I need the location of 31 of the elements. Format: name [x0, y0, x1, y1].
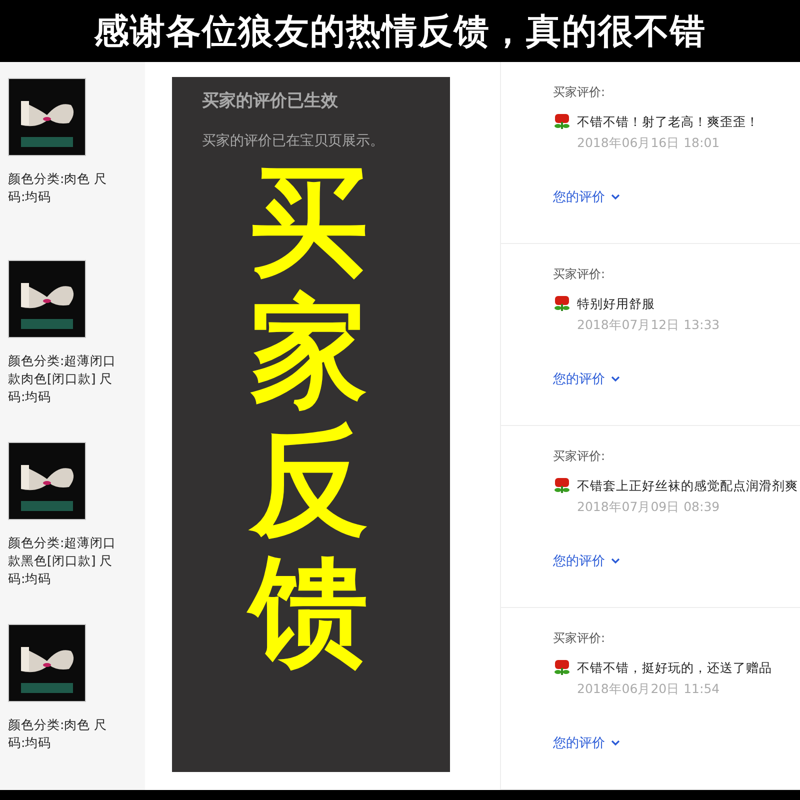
your-review-link[interactable]: 您的评价: [553, 188, 800, 206]
sku-text: 颜色分类:肉色 尺码:均码: [8, 716, 108, 752]
your-review-link[interactable]: 您的评价: [553, 370, 800, 388]
review-comment: 特别好用舒服: [577, 296, 655, 312]
review-comment: 不错不错！射了老高！爽歪歪！: [577, 114, 759, 130]
review-date: 2018年07月09日 08:39: [577, 499, 721, 516]
review-date: 2018年06月20日 11:54: [577, 681, 721, 698]
flower-icon: [553, 295, 571, 313]
sku-text: 颜色分类:超薄闭口款肉色[闭口款] 尺码:均码: [8, 352, 118, 406]
review-date: 2018年06月16日 18:01: [577, 135, 721, 152]
sku-text: 颜色分类:肉色 尺码:均码: [8, 170, 108, 206]
flower-icon: [553, 477, 571, 495]
review-label: 买家评价:: [553, 266, 606, 283]
your-review-link[interactable]: 您的评价: [553, 734, 800, 752]
chevron-down-icon: [611, 194, 620, 200]
review-comment: 不错不错，挺好玩的，还送了赠品: [577, 660, 772, 676]
review-label: 买家评价:: [553, 448, 606, 465]
sku-text: 颜色分类:超薄闭口款黑色[闭口款] 尺码:均码: [8, 534, 118, 588]
flower-icon: [553, 113, 571, 131]
chevron-down-icon: [611, 376, 620, 382]
flower-icon: [553, 659, 571, 677]
status-title: 买家的评价已生效: [202, 90, 339, 112]
status-text: 买家的评价已在宝贝页展示。: [202, 132, 385, 150]
review-label: 买家评价:: [553, 84, 606, 101]
chevron-down-icon: [611, 740, 620, 746]
your-review-link[interactable]: 您的评价: [553, 552, 800, 570]
banner-title: 感谢各位狼友的热情反馈，真的很不错: [94, 10, 706, 54]
chevron-down-icon: [611, 558, 620, 564]
review-label: 买家评价:: [553, 630, 606, 647]
review-date: 2018年07月12日 13:33: [577, 317, 721, 334]
review-comment: 不错套上正好丝袜的感觉配点润滑剂爽: [577, 478, 798, 494]
